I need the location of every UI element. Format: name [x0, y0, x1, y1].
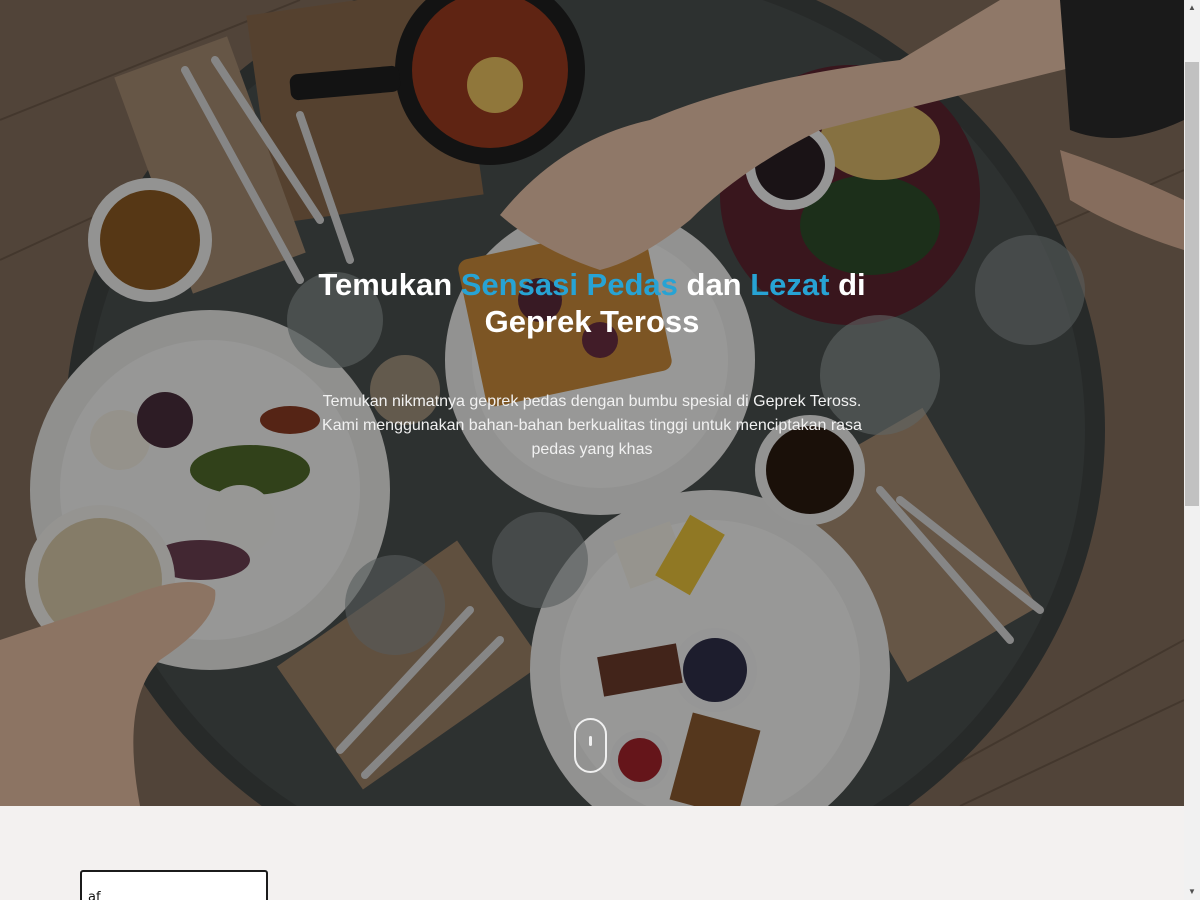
hero-content: Temukan Sensasi Pedas dan Lezat di Gepre…	[0, 266, 1184, 462]
page: Temukan Sensasi Pedas dan Lezat di Gepre…	[0, 0, 1200, 900]
hero-title-accent-1: Sensasi Pedas	[460, 267, 678, 302]
scrollbar-thumb[interactable]	[1185, 62, 1199, 506]
scroll-up-arrow-icon[interactable]: ▲	[1184, 0, 1200, 16]
hero-section: Temukan Sensasi Pedas dan Lezat di Gepre…	[0, 0, 1184, 806]
scroll-down-arrow-icon[interactable]: ▼	[1184, 884, 1200, 900]
scroll-wheel-dot	[589, 736, 592, 746]
hero-title-part2: dan	[677, 267, 751, 302]
hero-title-part1: Temukan	[318, 267, 461, 302]
hero-title-accent-2: Lezat	[750, 267, 830, 302]
mouse-scroll-icon[interactable]	[574, 718, 607, 773]
hero-title: Temukan Sensasi Pedas dan Lezat di Gepre…	[292, 266, 892, 340]
hero-description: Temukan nikmatnya geprek pedas dengan bu…	[322, 393, 862, 458]
content-section	[0, 806, 1184, 900]
text-input[interactable]	[80, 870, 268, 900]
